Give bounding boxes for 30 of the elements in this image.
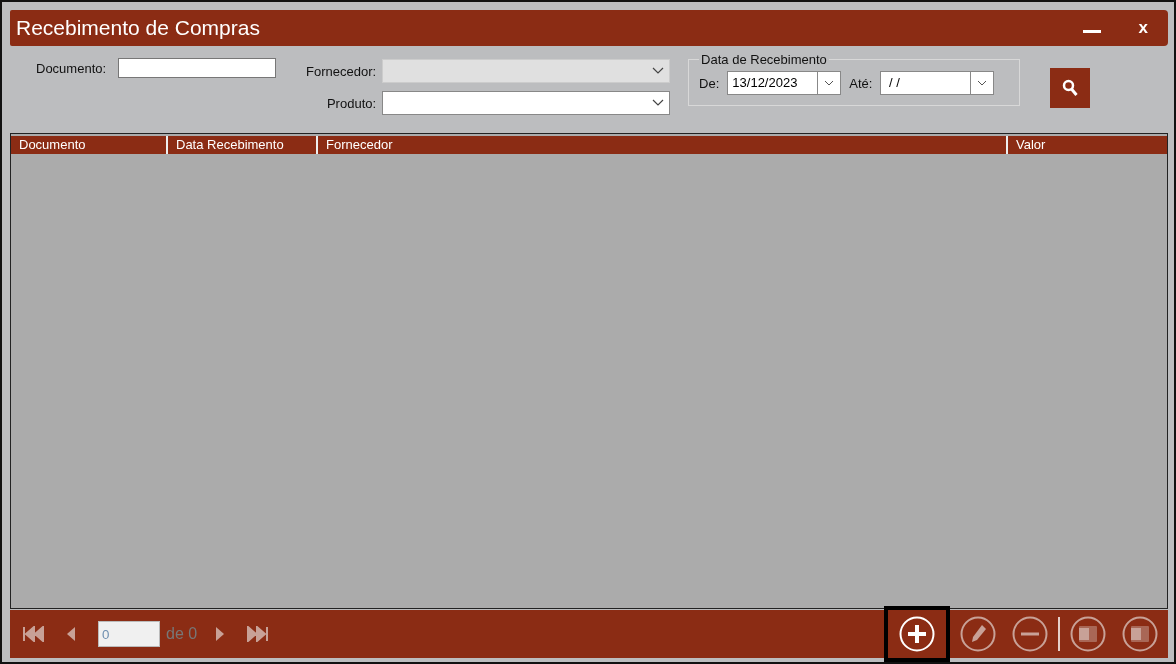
group-title: Data de Recebimento	[700, 52, 828, 67]
plus-icon	[899, 616, 935, 652]
date-picker[interactable]: 13/12/2023	[727, 71, 842, 95]
documento-field[interactable]	[118, 58, 277, 78]
field-label: Documento:	[36, 60, 107, 76]
document-icon	[1122, 616, 1158, 652]
field-label: Fornecedor:	[305, 63, 377, 79]
minimize-icon	[1082, 30, 1101, 33]
add-button[interactable]	[884, 606, 950, 662]
page-count: de 0	[166, 625, 198, 643]
field-label: De:	[699, 75, 720, 91]
column-header[interactable]: Valor	[1006, 136, 1146, 154]
date-picker[interactable]: / /	[880, 71, 995, 95]
chevron-icon	[824, 80, 835, 86]
search-icon	[1062, 79, 1079, 97]
document-icon	[1070, 616, 1106, 652]
pencil-icon	[960, 616, 996, 652]
chevron-icon	[652, 67, 665, 75]
chevron-icon	[652, 99, 665, 107]
column-header[interactable]: Data Recebimento	[166, 136, 316, 154]
window-title: Recebimento de Compras	[16, 16, 260, 40]
minus-icon	[1012, 616, 1048, 652]
column-header[interactable]: Fornecedor	[316, 136, 1006, 154]
field-label: Produto:	[325, 95, 377, 111]
field-label: Até:	[849, 75, 873, 91]
close-button[interactable]: x	[1132, 18, 1154, 38]
chevron-icon	[977, 80, 988, 86]
search-button[interactable]	[1050, 68, 1091, 108]
produto-dropdown[interactable]	[382, 91, 671, 115]
column-header[interactable]: Documento	[11, 136, 166, 154]
